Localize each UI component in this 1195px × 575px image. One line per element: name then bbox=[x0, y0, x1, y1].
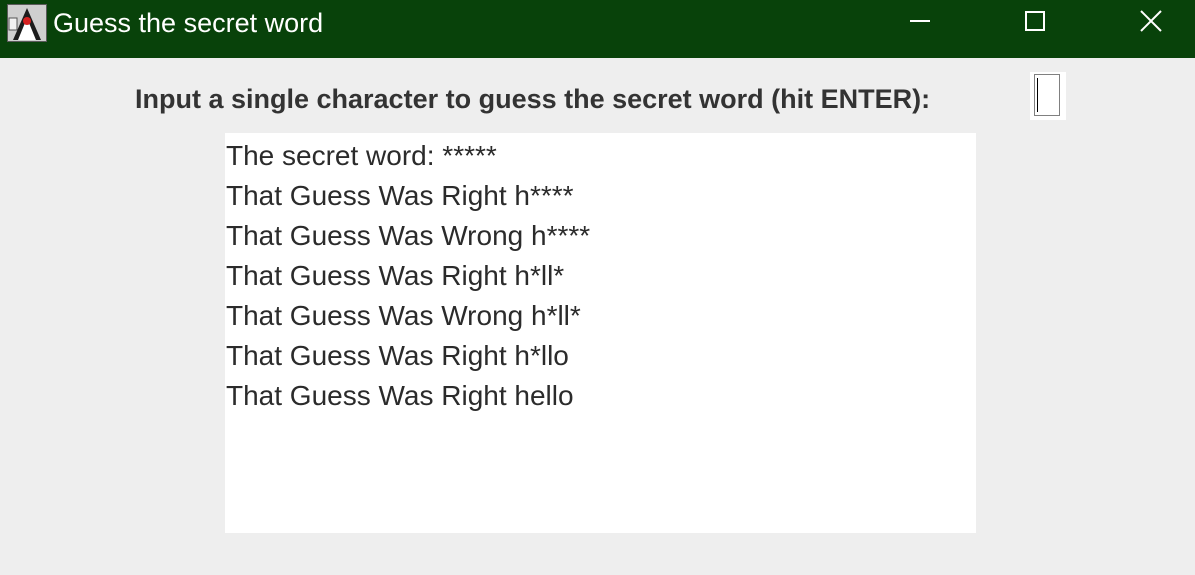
prompt-label: Input a single character to guess the se… bbox=[135, 84, 931, 114]
app-window: Guess the secret word Input a single cha… bbox=[0, 0, 1195, 575]
log-line: The secret word: ***** bbox=[226, 140, 497, 171]
log-line: That Guess Was Wrong h**** bbox=[226, 220, 591, 251]
log-line: That Guess Was Wrong h*ll* bbox=[226, 300, 581, 331]
log-line: That Guess Was Right h**** bbox=[226, 180, 574, 211]
window-title: Guess the secret word bbox=[53, 8, 324, 38]
guess-input[interactable] bbox=[1030, 72, 1066, 120]
input-row: Input a single character to guess the se… bbox=[0, 72, 1195, 120]
java-duke-icon[interactable] bbox=[7, 4, 47, 42]
close-icon bbox=[1140, 9, 1162, 37]
minimize-icon bbox=[910, 11, 930, 36]
log-line: That Guess Was Right h*ll* bbox=[226, 260, 565, 291]
maximize-icon bbox=[1025, 10, 1045, 36]
close-button[interactable] bbox=[1122, 0, 1180, 46]
maximize-button[interactable] bbox=[1006, 0, 1064, 46]
guess-log-textarea[interactable]: The secret word: ***** That Guess Was Ri… bbox=[225, 133, 976, 533]
log-line: That Guess Was Right hello bbox=[226, 380, 574, 411]
log-line: That Guess Was Right h*llo bbox=[226, 340, 569, 371]
title-bar[interactable]: Guess the secret word bbox=[0, 0, 1195, 58]
minimize-button[interactable] bbox=[891, 0, 949, 46]
text-caret bbox=[1037, 78, 1038, 112]
